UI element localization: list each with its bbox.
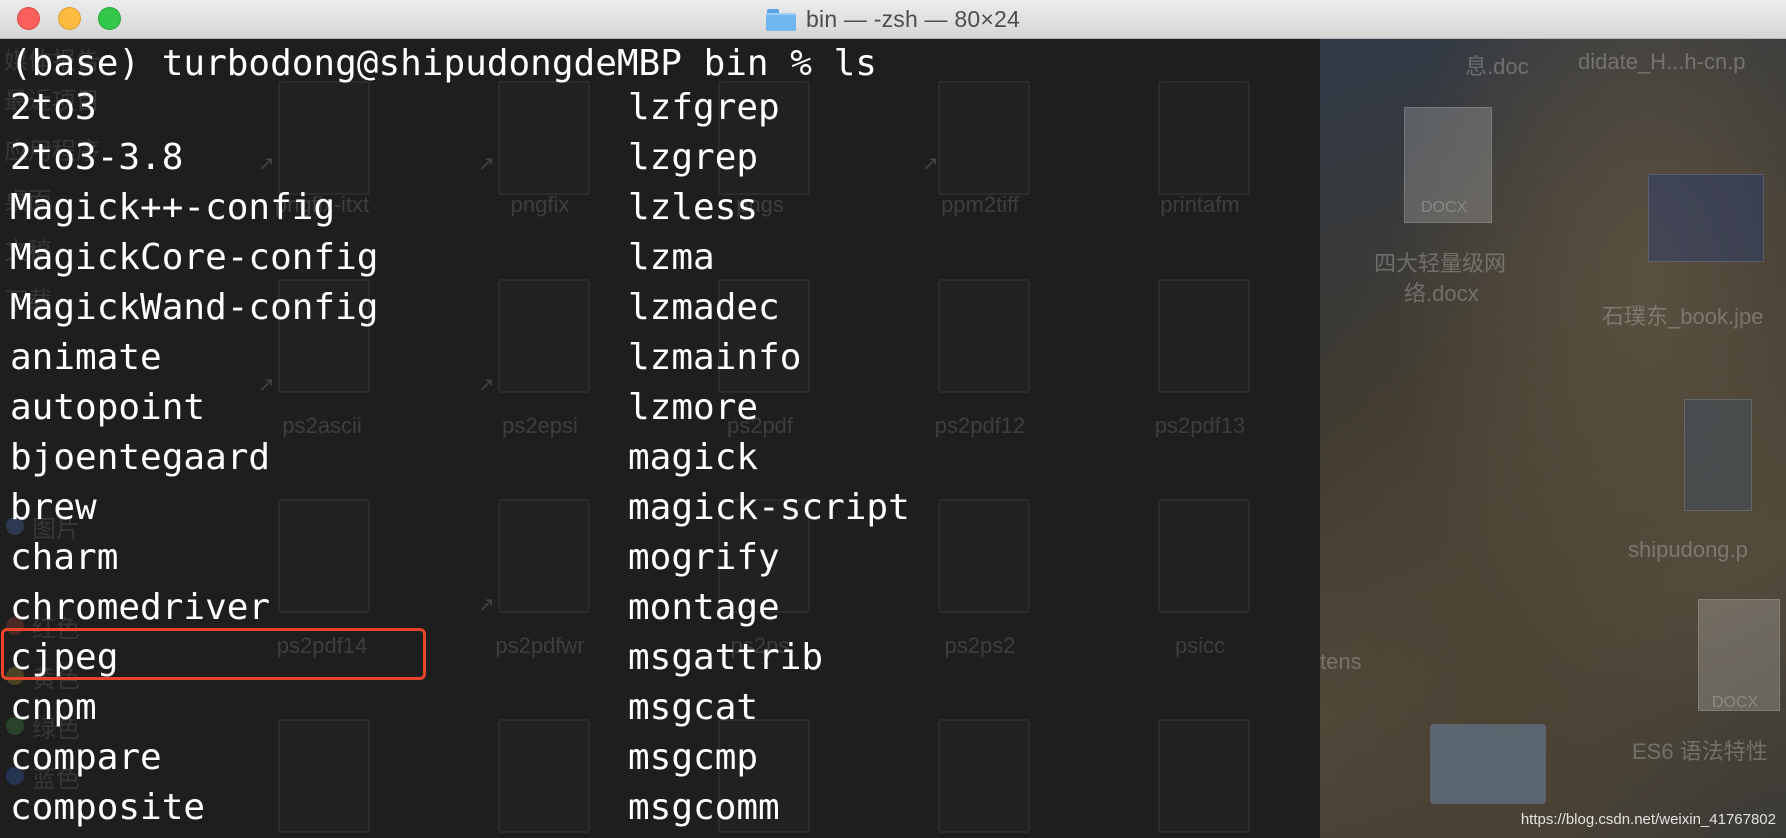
desktop-file-label[interactable]: 四大轻量级网 xyxy=(1374,246,1506,278)
ghost-file-icon xyxy=(498,719,590,833)
ls-entry-right: mogrify xyxy=(628,537,780,578)
alias-arrow-icon: ↗ xyxy=(478,592,495,616)
ghost-file-label: printafm xyxy=(1160,192,1240,217)
ghost-file-icon xyxy=(1158,279,1250,393)
ghost-file-icon xyxy=(498,279,590,393)
title-container: bin — -zsh — 80×24 xyxy=(0,0,1786,39)
terminal-window: bin — -zsh — 80×24 息.doc didate_H...h-cn… xyxy=(0,0,1786,838)
alias-arrow-icon: ↗ xyxy=(258,151,275,175)
ls-entry-left: MagickCore-config xyxy=(10,237,379,278)
desktop-file-label[interactable]: ES6 语法特性 xyxy=(1632,734,1768,766)
ghost-file-icon xyxy=(498,499,590,613)
ghost-file-label: ps2ps2 xyxy=(944,633,1016,658)
terminal-content[interactable]: ↗ ↗ ↗ pngfix-itxt pngfix pngs ppm2tiff p… xyxy=(0,39,1320,838)
docx-badge: DOCX xyxy=(1712,694,1759,711)
ls-entry-right: lzmadec xyxy=(628,287,780,328)
ls-entry-right: lzgrep xyxy=(628,137,759,178)
desktop-file-label[interactable]: tens xyxy=(1320,649,1362,675)
desktop-file-label[interactable]: 息.doc xyxy=(1465,49,1529,81)
window-title: bin — -zsh — 80×24 xyxy=(806,6,1020,32)
ghost-file-icon xyxy=(1158,499,1250,613)
ghost-file-label: ppm2tiff xyxy=(941,192,1019,217)
ghost-file-icon xyxy=(938,719,1030,833)
ghost-file-label: ps2epsi xyxy=(502,413,578,438)
ghost-file-icon xyxy=(938,279,1030,393)
ls-entry-right: lzmainfo xyxy=(628,337,802,378)
ghost-file-icon xyxy=(278,81,370,195)
ls-entry-left: autopoint xyxy=(10,387,206,428)
ls-entry-right: msgcmp xyxy=(628,737,759,778)
ghost-file-icon xyxy=(938,499,1030,613)
ghost-file-icon xyxy=(938,81,1030,195)
ls-entry-left: composite xyxy=(10,787,206,828)
alias-arrow-icon: ↗ xyxy=(478,151,495,175)
ghost-file-icon xyxy=(1158,81,1250,195)
ls-entry-right: magick-script xyxy=(628,487,910,528)
ghost-file-label: pngfix xyxy=(510,192,570,217)
folder-icon[interactable] xyxy=(1430,724,1546,804)
desktop-file-label[interactable]: didate_H...h-cn.p xyxy=(1578,49,1746,75)
ls-entry-left: compare xyxy=(10,737,162,778)
ghost-file-label: ps2pdfwr xyxy=(495,633,585,658)
image-file-icon[interactable] xyxy=(1648,174,1764,262)
ghost-file-icon xyxy=(498,81,590,195)
desktop-file-label[interactable]: 络.docx xyxy=(1404,276,1479,308)
ghost-file-label: psicc xyxy=(1174,633,1226,658)
desktop-file-label[interactable]: shipudong.p xyxy=(1628,537,1748,563)
ls-entry-right: montage xyxy=(628,587,780,628)
ls-entry-left: Magick++-config xyxy=(10,187,336,228)
ls-entry-right: lzfgrep xyxy=(628,87,780,128)
ghost-file-icon xyxy=(278,719,370,833)
alias-arrow-icon: ↗ xyxy=(478,372,495,396)
docx-badge: DOCX xyxy=(1421,199,1468,216)
ghost-file-label: ps2pdf13 xyxy=(1154,413,1246,438)
ls-entry-right: msgattrib xyxy=(628,637,824,678)
ls-entry-left: brew xyxy=(10,487,97,528)
ls-entry-right: msgcat xyxy=(628,687,759,728)
ls-entry-left: cnpm xyxy=(10,687,97,728)
ls-entry-right: lzless xyxy=(628,187,759,228)
ls-entry-left: 2to3 xyxy=(10,87,97,128)
alias-arrow-icon: ↗ xyxy=(258,372,275,396)
ghost-file-label: ps2pdf12 xyxy=(934,413,1026,438)
ls-entry-left: cjpeg xyxy=(10,637,119,678)
ls-entry-right: magick xyxy=(628,437,759,478)
ls-entry-left: 2to3-3.8 xyxy=(10,137,184,178)
ls-entry-left: MagickWand-config xyxy=(10,287,379,328)
desktop-file-label[interactable]: 石璞东_book.jpe xyxy=(1602,299,1763,331)
ls-entry-right: lzmore xyxy=(628,387,759,428)
desktop-background: 息.doc didate_H...h-cn.p DOCX 四大轻量级网 络.do… xyxy=(1320,39,1786,838)
ls-entry-left: chromedriver xyxy=(10,587,271,628)
folder-icon xyxy=(766,8,797,31)
alias-arrow-icon: ↗ xyxy=(922,151,939,175)
ls-entry-left: animate xyxy=(10,337,162,378)
ls-entry-right: lzma xyxy=(628,237,715,278)
watermark: https://blog.csdn.net/weixin_41767802 xyxy=(1520,811,1776,828)
image-file-icon[interactable] xyxy=(1684,399,1752,511)
ls-entry-right: msgcomm xyxy=(628,787,780,828)
ghost-file-icon xyxy=(278,499,370,613)
title-bar[interactable]: bin — -zsh — 80×24 xyxy=(0,0,1786,39)
ghost-file-icon xyxy=(1158,719,1250,833)
shell-prompt: (base) turbodong@shipudongdeMBP bin % ls xyxy=(10,43,877,84)
ls-entry-left: bjoentegaard xyxy=(10,437,271,478)
ls-entry-left: charm xyxy=(10,537,119,578)
